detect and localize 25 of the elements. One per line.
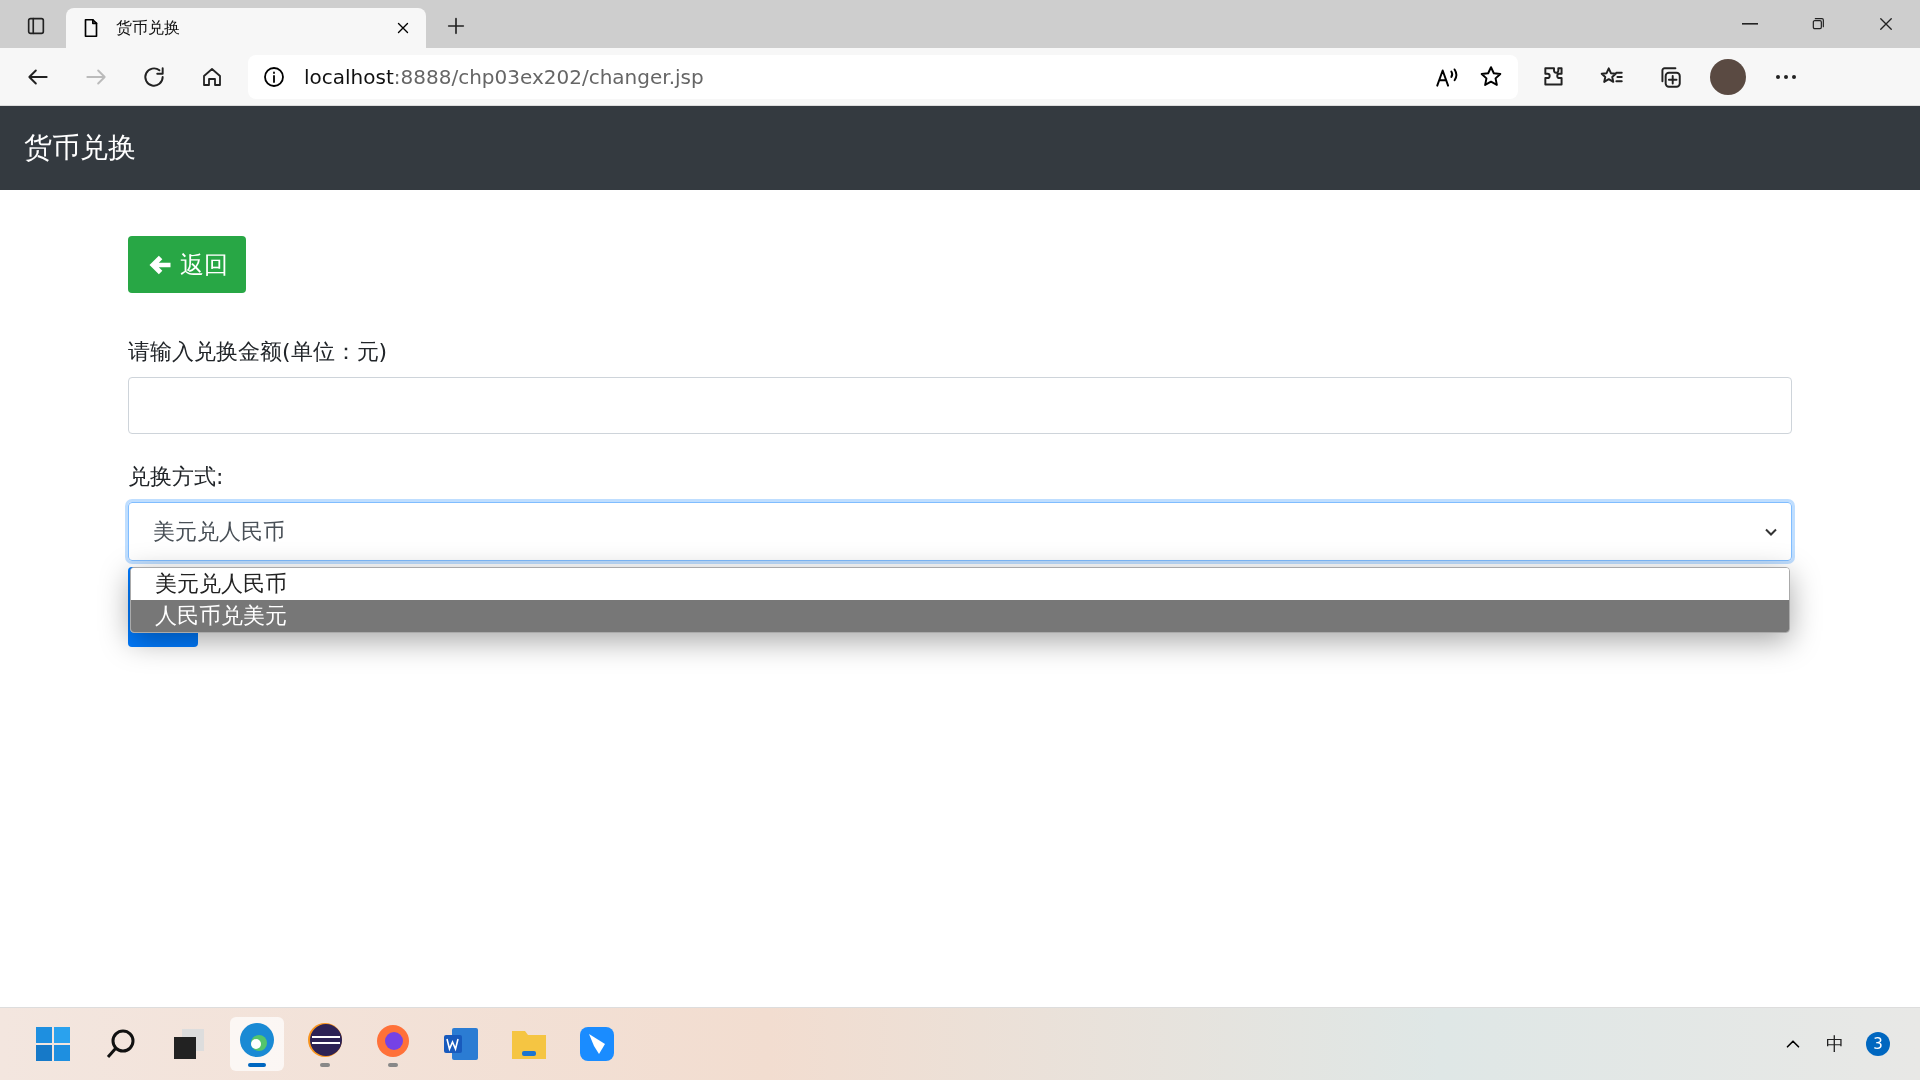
plus-icon <box>445 15 467 37</box>
more-icon <box>1776 74 1796 79</box>
dropdown-option[interactable]: 美元兑人民币 <box>131 568 1789 600</box>
navbar-title: 货币兑换 <box>24 130 136 166</box>
notification-badge[interactable]: 3 <box>1866 1032 1890 1056</box>
mode-select[interactable]: 美元兑人民币 <box>128 502 1792 561</box>
mode-label: 兑换方式: <box>128 463 225 491</box>
tab-title: 货币兑换 <box>116 17 181 39</box>
windows-logo-icon <box>35 1026 71 1062</box>
sidebar-icon <box>25 15 47 37</box>
address-bar[interactable]: localhost:8888/chp03ex202/changer.jsp <box>248 54 1518 99</box>
avatar <box>1710 58 1746 95</box>
bird-app-icon <box>578 1025 616 1063</box>
minimize-icon <box>1742 23 1758 25</box>
task-view-icon <box>172 1027 206 1061</box>
dropdown-option[interactable]: 人民币兑美元 <box>131 600 1789 632</box>
amount-input[interactable] <box>128 377 1792 434</box>
striped-circle-icon <box>306 1021 344 1059</box>
input-method-indicator[interactable]: 中 <box>1826 1032 1844 1056</box>
info-icon <box>262 64 286 89</box>
amount-label: 请输入兑换金额(单位：元) <box>128 338 389 366</box>
url-text: localhost:8888/chp03ex202/changer.jsp <box>304 64 705 89</box>
document-w-icon <box>442 1025 480 1063</box>
browser-swirl-icon <box>238 1021 276 1059</box>
browser-tab[interactable]: 货币兑换 <box>66 8 426 48</box>
